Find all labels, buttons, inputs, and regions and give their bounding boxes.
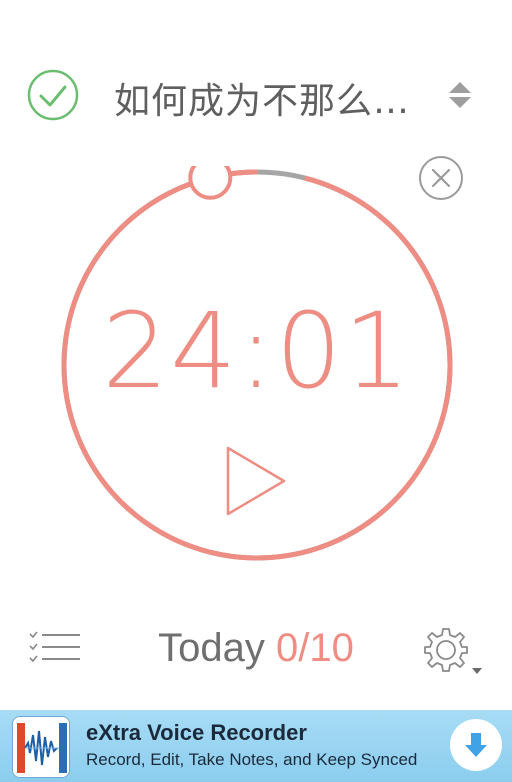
- footer-bar: Today 0/10: [0, 620, 512, 680]
- timer-dial: 24:01: [58, 166, 456, 564]
- ad-subtitle: Record, Edit, Take Notes, and Keep Synce…: [86, 750, 418, 769]
- sort-updown-icon[interactable]: [446, 78, 474, 112]
- app-logo-icon: [12, 716, 70, 778]
- play-icon[interactable]: [224, 446, 288, 516]
- download-arrow-icon[interactable]: [450, 719, 502, 771]
- ad-banner[interactable]: eXtra Voice Recorder Record, Edit, Take …: [0, 710, 512, 782]
- today-label: Today: [158, 626, 265, 670]
- today-count: 0/10: [276, 626, 354, 670]
- task-title[interactable]: 如何成为不那么…: [114, 72, 410, 124]
- time-display: 24:01: [102, 290, 412, 412]
- check-icon[interactable]: [26, 68, 80, 122]
- task-header: 如何成为不那么…: [0, 60, 512, 130]
- timer-progress-handle: [188, 166, 233, 200]
- ad-title: eXtra Voice Recorder: [86, 720, 307, 745]
- gear-icon[interactable]: [422, 626, 486, 678]
